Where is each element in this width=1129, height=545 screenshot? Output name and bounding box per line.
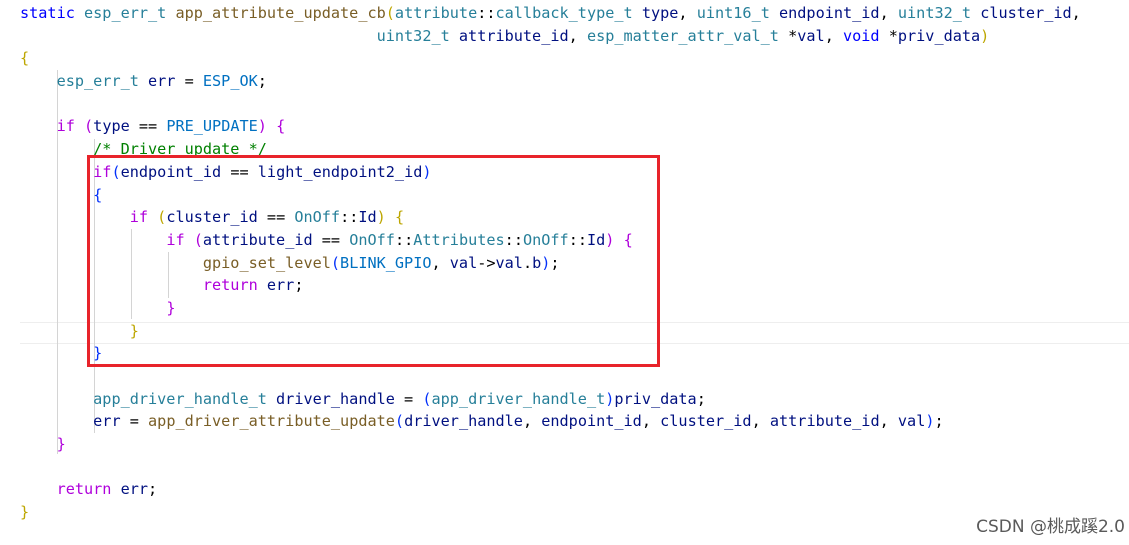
code-token: ( [385, 4, 395, 22]
code-token: val [797, 26, 825, 45]
code-token: app_attribute_update_cb [175, 4, 386, 22]
code-token: PRE_UPDATE [166, 117, 258, 136]
code-token: callback_type_t [495, 4, 642, 22]
code-line[interactable]: app_driver_handle_t driver_handle = (app… [20, 388, 1081, 411]
code-token: ( [422, 389, 432, 408]
code-token: priv_data [897, 26, 981, 45]
code-token: err [148, 72, 185, 91]
code-token: return [56, 480, 121, 499]
code-line[interactable]: if (type == PRE_UPDATE) { [20, 115, 1081, 138]
code-line[interactable]: uint32_t attribute_id, esp_matter_attr_v… [20, 25, 1081, 48]
code-token: ) [925, 412, 935, 431]
code-token: driver_handle [276, 389, 405, 408]
code-line[interactable]: esp_err_t err = ESP_OK; [20, 70, 1081, 93]
code-token: uint32_t [376, 26, 459, 45]
code-token: = [129, 412, 149, 431]
code-token: cluster_id [980, 4, 1072, 22]
code-token: attribute_id [458, 26, 569, 45]
code-token: ; [257, 72, 267, 91]
code-token: ( [394, 412, 405, 431]
code-token: uint16_t [696, 4, 779, 22]
code-token: driver_handle [404, 412, 523, 431]
code-token: , [522, 412, 542, 431]
code-token: esp_err_t [84, 4, 176, 22]
code-token: = [404, 389, 423, 408]
code-token: , [641, 412, 661, 431]
code-line[interactable]: } [20, 501, 1081, 524]
code-token: :: [477, 4, 496, 22]
annotation-rectangle [87, 155, 660, 367]
watermark: CSDN @桃成蹊2.0 [976, 517, 1125, 537]
code-token: , [879, 4, 898, 22]
code-token: ; [696, 389, 706, 408]
code-token: val [897, 412, 926, 431]
code-token: , [824, 26, 843, 45]
code-token: { [20, 49, 30, 68]
code-line[interactable] [20, 365, 1081, 388]
code-line[interactable] [20, 93, 1081, 116]
code-token: priv_data [614, 389, 697, 408]
code-token: ( [84, 117, 94, 136]
code-token: app_driver_handle_t [93, 389, 277, 408]
code-line[interactable] [20, 456, 1081, 479]
code-token: == [138, 117, 167, 136]
code-token: , [678, 4, 697, 22]
code-token: app_driver_handle_t [431, 389, 606, 408]
code-token: , [568, 26, 587, 45]
code-token: uint32_t [897, 4, 981, 22]
code-token: attribute_id [769, 412, 880, 431]
code-token: ESP_OK [202, 72, 258, 91]
code-token: type [641, 4, 679, 22]
code-line[interactable]: } [20, 433, 1081, 456]
code-token: , [879, 412, 898, 431]
code-token: , [1071, 4, 1081, 22]
code-token: app_driver_attribute_update [148, 412, 395, 431]
code-token: void [843, 26, 889, 45]
code-token: type [93, 117, 139, 136]
code-token: { [276, 117, 286, 136]
code-token: ; [148, 480, 158, 499]
code-token: ) [980, 26, 990, 45]
code-token: endpoint_id [779, 4, 880, 22]
code-line[interactable]: static esp_err_t app_attribute_update_cb… [20, 2, 1081, 25]
code-token: static [20, 4, 85, 22]
code-line[interactable]: return err; [20, 478, 1081, 501]
code-token: = [184, 72, 203, 91]
code-token: err [120, 480, 149, 499]
code-line[interactable]: { [20, 47, 1081, 70]
code-token: } [20, 503, 30, 522]
code-token: esp_matter_attr_val_t [586, 26, 789, 45]
code-token: esp_err_t [56, 72, 149, 91]
code-token: * [888, 26, 898, 45]
code-token: , [751, 412, 770, 431]
code-token: if [56, 117, 85, 136]
code-token: } [56, 435, 66, 454]
code-token: cluster_id [660, 412, 752, 431]
code-token: ; [934, 412, 944, 431]
code-token: ) [257, 117, 267, 136]
code-token: * [788, 26, 798, 45]
code-line[interactable]: err = app_driver_attribute_update(driver… [20, 410, 1081, 433]
code-token: err [93, 412, 130, 431]
code-token: attribute [394, 4, 478, 22]
code-token: endpoint_id [541, 412, 642, 431]
